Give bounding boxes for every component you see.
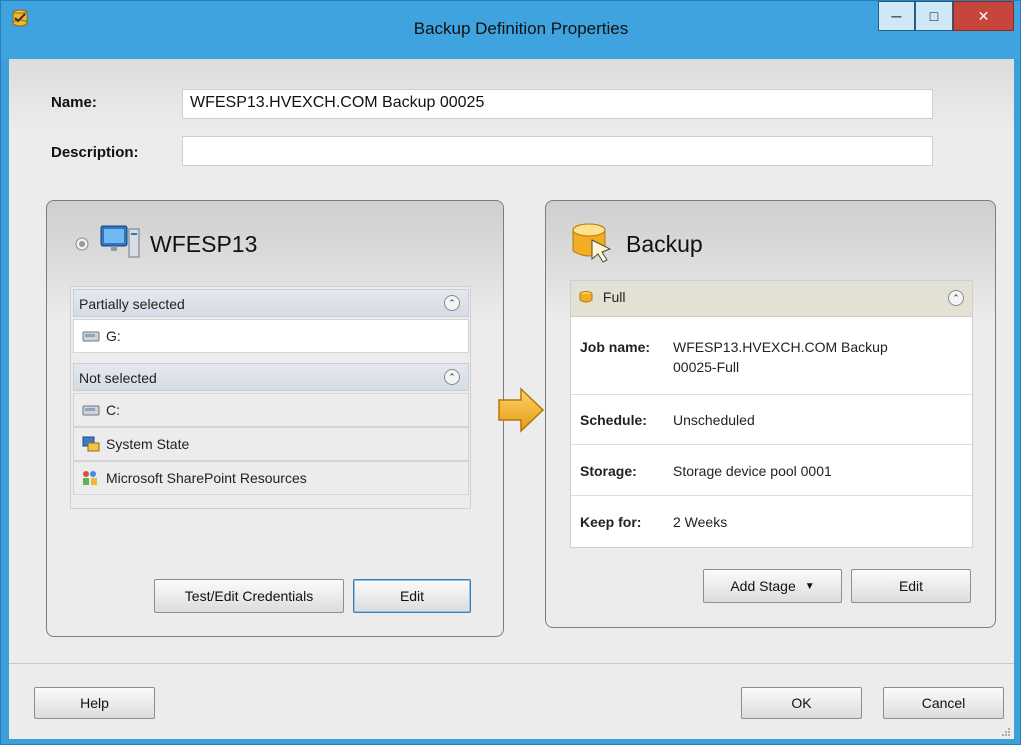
- detail-label: Schedule:: [580, 412, 647, 428]
- add-stage-button[interactable]: Add Stage ▼: [703, 569, 842, 603]
- group-label: Partially selected: [79, 296, 185, 312]
- list-item-system-state[interactable]: System State: [73, 427, 469, 461]
- close-button[interactable]: ✕: [953, 1, 1014, 31]
- detail-storage: Storage: Storage device pool 0001: [571, 445, 972, 496]
- help-button[interactable]: Help: [34, 687, 155, 719]
- backup-panel: Backup Full ⌃ Job name: WFESP13.HVEXCH.C…: [545, 200, 996, 628]
- add-stage-label: Add Stage: [730, 578, 796, 594]
- sharepoint-icon: [83, 471, 97, 485]
- detail-value: Storage device pool 0001: [673, 463, 832, 479]
- group-partially-selected[interactable]: Partially selected ⌃: [73, 289, 469, 317]
- list-item-label: G:: [106, 328, 121, 344]
- stage-header[interactable]: Full ⌃: [571, 281, 972, 317]
- dialog-window: Backup Definition Properties ─ □ ✕ Name:…: [0, 0, 1021, 745]
- maximize-button[interactable]: □: [915, 1, 953, 31]
- list-item-label: Microsoft SharePoint Resources: [106, 470, 307, 486]
- close-icon: ✕: [977, 7, 990, 24]
- list-item-g-drive[interactable]: G:: [73, 319, 469, 353]
- server-computer-icon: [100, 225, 140, 258]
- description-label: Description:: [51, 144, 139, 161]
- group-label: Not selected: [79, 370, 157, 386]
- list-item-c-drive[interactable]: C:: [73, 393, 469, 427]
- edit-backup-button[interactable]: Edit: [851, 569, 971, 603]
- server-name: WFESP13: [150, 231, 258, 257]
- list-item-label: System State: [106, 436, 190, 452]
- flow-arrow-icon: [498, 387, 545, 433]
- detail-label: Storage:: [580, 463, 637, 479]
- backup-stage: Full ⌃ Job name: WFESP13.HVEXCH.COM Back…: [570, 280, 973, 548]
- detail-schedule: Schedule: Unscheduled: [571, 395, 972, 445]
- dialog-client-area: Name: WFESP13.HVEXCH.COM Backup 00025 De…: [9, 59, 1014, 739]
- detail-label: Job name:: [580, 339, 651, 355]
- system-state-icon: [82, 436, 100, 452]
- detail-label: Keep for:: [580, 514, 642, 530]
- drive-icon: [82, 405, 100, 416]
- ok-button[interactable]: OK: [741, 687, 862, 719]
- test-edit-credentials-button[interactable]: Test/Edit Credentials: [154, 579, 344, 613]
- dropdown-arrow-icon: ▼: [804, 580, 815, 592]
- collapse-chevron-icon[interactable]: ⌃: [444, 369, 460, 385]
- detail-value: 2 Weeks: [673, 514, 728, 530]
- backup-icon: [572, 223, 612, 263]
- cancel-button[interactable]: Cancel: [883, 687, 1004, 719]
- collapse-chevron-icon[interactable]: ⌃: [948, 290, 964, 306]
- drive-icon: [82, 331, 100, 342]
- minimize-button[interactable]: ─: [878, 1, 915, 31]
- description-input[interactable]: [182, 136, 933, 166]
- selection-list: Partially selected ⌃ G: Not selected ⌃ C…: [70, 286, 471, 509]
- title-bar[interactable]: Backup Definition Properties ─ □ ✕: [1, 1, 1020, 59]
- stage-label: Full: [602, 289, 626, 305]
- resize-grip-icon[interactable]: [1001, 727, 1011, 737]
- detail-keep-for: Keep for: 2 Weeks: [571, 496, 972, 548]
- detail-value: Unscheduled: [673, 412, 755, 428]
- list-item-label: C:: [106, 402, 120, 418]
- list-item-sharepoint[interactable]: Microsoft SharePoint Resources: [73, 461, 469, 495]
- edit-selection-button[interactable]: Edit: [353, 579, 471, 613]
- collapse-chevron-icon[interactable]: ⌃: [444, 295, 460, 311]
- name-label: Name:: [51, 94, 97, 111]
- full-backup-icon: [579, 291, 593, 303]
- maximize-icon: □: [929, 8, 939, 24]
- minimize-icon: ─: [891, 8, 902, 24]
- footer-divider: [9, 663, 1014, 664]
- detail-job-name: Job name: WFESP13.HVEXCH.COM Backup 0002…: [571, 318, 972, 395]
- window-title: Backup Definition Properties: [413, 19, 629, 38]
- expand-radio-icon[interactable]: [75, 237, 89, 251]
- group-not-selected[interactable]: Not selected ⌃: [73, 363, 469, 391]
- detail-value: WFESP13.HVEXCH.COM Backup 00025-Full: [673, 339, 888, 375]
- backup-title: Backup: [626, 231, 703, 257]
- name-input[interactable]: WFESP13.HVEXCH.COM Backup 00025: [182, 89, 933, 119]
- selection-panel: WFESP13 Partially selected ⌃ G: Not sele…: [46, 200, 504, 637]
